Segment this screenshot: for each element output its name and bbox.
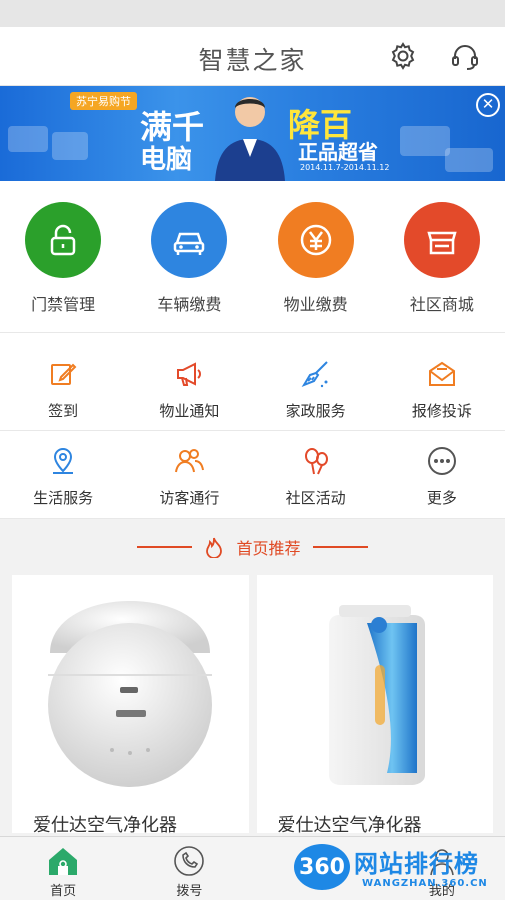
- product-list: 爱仕达空气净化器 爱仕达空气净化器: [0, 575, 505, 833]
- laptop-image: [445, 148, 493, 172]
- menu-item-more[interactable]: 更多: [379, 431, 505, 518]
- product-image: [48, 601, 212, 805]
- watermark-title: 网站排行榜: [354, 850, 479, 878]
- recommend-title: 首页推荐: [236, 539, 301, 558]
- menu-item-community-events[interactable]: 社区活动: [253, 431, 379, 518]
- menu-item-property-fee[interactable]: 物业缴费: [253, 181, 379, 332]
- watermark: 360 网站排行榜 WANGZHAN.360.CN: [292, 840, 502, 898]
- main-menu: 门禁管理 车辆缴费 物业缴费 社区商城: [0, 181, 505, 333]
- watermark-subtitle: WANGZHAN.360.CN: [362, 878, 488, 889]
- spokesperson-image: [215, 97, 285, 181]
- location-icon: [53, 448, 74, 474]
- home-icon: [49, 848, 78, 875]
- menu-item-access-control[interactable]: 门禁管理: [0, 181, 126, 332]
- menu-item-label: 车辆缴费: [157, 295, 222, 314]
- menu-item-label: 家政服务: [285, 402, 346, 420]
- menu-item-housekeeping[interactable]: 家政服务: [253, 333, 379, 430]
- megaphone-icon: [177, 362, 202, 386]
- menu-item-label: 访客通行: [159, 489, 220, 507]
- recommend-header: 首页推荐: [0, 519, 505, 575]
- laptop-image: [52, 132, 88, 160]
- status-bar: [0, 0, 505, 27]
- menu-item-life-service[interactable]: 生活服务: [0, 431, 126, 518]
- menu-item-checkin[interactable]: 签到: [0, 333, 126, 430]
- watermark-badge: 360: [294, 844, 350, 890]
- envelope-icon: [428, 361, 455, 386]
- menu-item-label: 门禁管理: [31, 295, 96, 314]
- yen-icon: [277, 202, 354, 278]
- gear-icon[interactable]: [386, 39, 420, 73]
- banner-headline-2: 电脑: [140, 145, 193, 175]
- tab-home[interactable]: 首页: [0, 837, 126, 900]
- balloons-icon: [304, 448, 328, 475]
- more-icon: [427, 447, 456, 475]
- visitors-icon: [175, 449, 205, 473]
- product-name: 爱仕达空气净化器: [33, 815, 177, 833]
- menu-item-vehicle-fee[interactable]: 车辆缴费: [126, 181, 252, 332]
- tab-label: 拨号: [176, 884, 203, 899]
- menu-item-label: 签到: [48, 402, 79, 420]
- laptop-image: [400, 126, 450, 156]
- broom-icon: [301, 361, 328, 388]
- car-icon: [151, 202, 228, 278]
- divider: [312, 546, 368, 548]
- menu-item-label: 物业通知: [159, 402, 220, 420]
- edit-icon: [51, 363, 77, 385]
- product-card[interactable]: 爱仕达空气净化器: [12, 575, 249, 833]
- menu-item-community-mall[interactable]: 社区商城: [379, 181, 505, 332]
- tab-dial[interactable]: 拨号: [126, 837, 252, 900]
- laptop-image: [8, 126, 48, 152]
- menu-item-repair-complaint[interactable]: 报修投诉: [379, 333, 505, 430]
- sub-menu-row-1: 签到 物业通知 家政服务 报修投诉: [0, 333, 505, 431]
- product-name: 爱仕达空气净化器: [277, 815, 422, 833]
- banner-tag: 苏宁易购节: [70, 92, 137, 110]
- menu-item-label: 社区商城: [409, 295, 474, 314]
- product-image: [328, 605, 425, 785]
- menu-item-visitor-pass[interactable]: 访客通行: [126, 431, 252, 518]
- lock-icon: [25, 202, 102, 278]
- menu-item-label: 更多: [426, 489, 457, 507]
- product-card[interactable]: 爱仕达空气净化器: [256, 575, 493, 833]
- phone-icon: [174, 846, 205, 876]
- banner-headline-4: 正品超省: [298, 140, 378, 164]
- banner-date: 2014.11.7-2014.11.12: [300, 163, 390, 172]
- menu-item-label: 社区活动: [285, 489, 346, 507]
- headset-icon[interactable]: [448, 39, 482, 73]
- fire-icon: [206, 537, 223, 558]
- tab-label: 首页: [50, 884, 77, 899]
- menu-item-label: 物业缴费: [283, 295, 348, 314]
- close-icon[interactable]: ✕: [476, 93, 500, 117]
- store-icon: [403, 202, 480, 278]
- sub-menu-row-2: 生活服务 访客通行 社区活动 更多: [0, 431, 505, 519]
- menu-item-label: 报修投诉: [411, 402, 472, 420]
- divider: [137, 546, 193, 548]
- menu-item-label: 生活服务: [33, 489, 94, 507]
- promo-banner[interactable]: 苏宁易购节 满千 电脑 降百 正品超省 2014.11.7-2014.11.12…: [0, 86, 505, 181]
- app-header: 智慧之家: [0, 27, 505, 86]
- page-title: 智慧之家: [198, 46, 307, 75]
- menu-item-property-notice[interactable]: 物业通知: [126, 333, 252, 430]
